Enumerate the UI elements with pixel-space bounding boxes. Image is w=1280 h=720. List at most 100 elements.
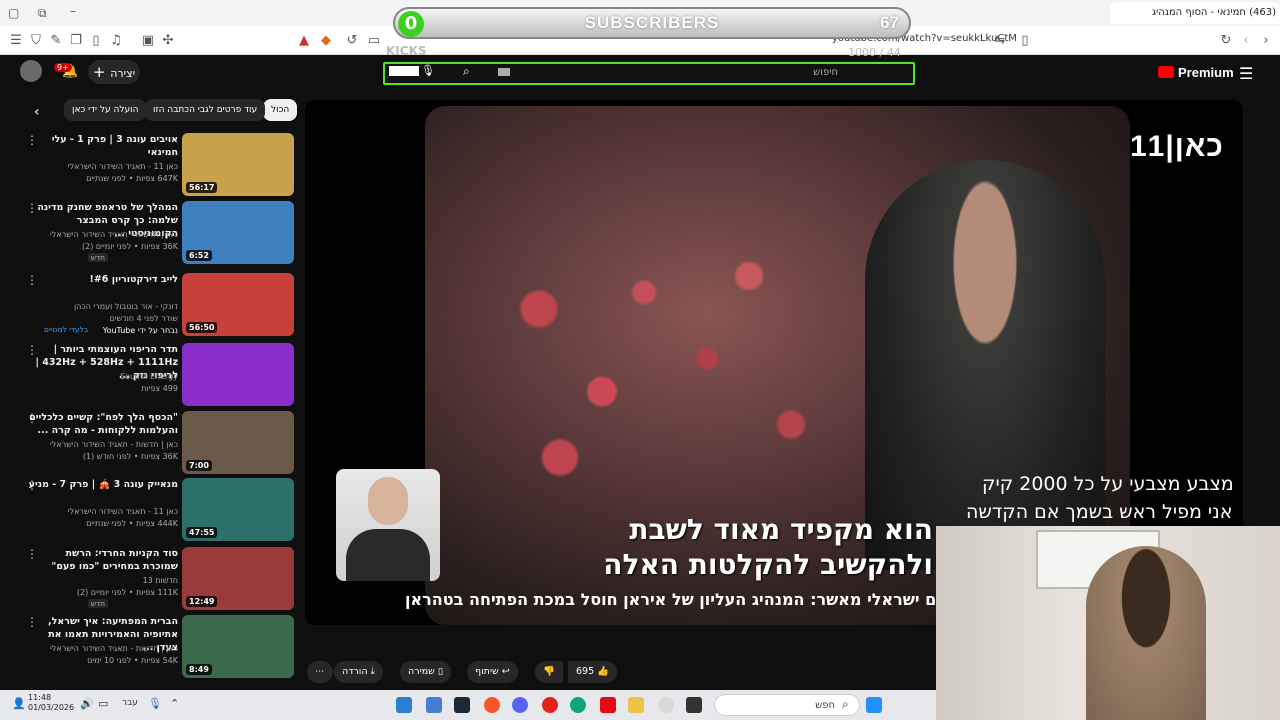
- back-icon[interactable]: ›: [1258, 33, 1274, 49]
- channel-name[interactable]: כאן 11 - תאגיד השידור הישראלי: [28, 506, 178, 518]
- recommendation-item[interactable]: ⋮ 12:49 סוד הקניות החרדי: הרשת שמוכרת במחי…: [24, 547, 298, 611]
- network-icon[interactable]: ▭: [98, 697, 108, 710]
- channel-name[interactable]: כאן 11 - תאגיד השידור הישראלי: [28, 161, 178, 173]
- video-title[interactable]: אויבים עונה 3 | פרק 1 - עלי חמינאי: [28, 133, 178, 159]
- taskbar-search[interactable]: חפש: [714, 694, 860, 716]
- share-button[interactable]: שיתוף ↩: [467, 661, 518, 683]
- language-indicator[interactable]: עבר: [122, 698, 138, 708]
- video-title[interactable]: סוד הקניות החרדי: הרשת שמוכרת במחירים "כ…: [28, 547, 178, 573]
- music-icon[interactable]: ♫: [108, 33, 124, 49]
- windows-start-icon[interactable]: [866, 697, 882, 713]
- video-meta: 36K צפיות • לפני חודש (1): [82, 452, 178, 461]
- chatgpt-icon[interactable]: [570, 697, 586, 713]
- more-actions-button[interactable]: ⋯: [307, 661, 333, 683]
- channel-name[interactable]: כאן | חדשות - תאגיד השידור הישראלי: [28, 229, 178, 241]
- premium-label[interactable]: Premium: [1178, 65, 1234, 80]
- brave-icon[interactable]: ◆: [318, 33, 334, 49]
- channel-name[interactable]: דונקי - אור בוטבול ועמרי הכהן: [28, 301, 178, 313]
- create-button[interactable]: + יצירה: [88, 60, 140, 84]
- recommendation-item[interactable]: ⋮ 56:50 לייב דירקטוריון #6! דונקי - אור בוט…: [24, 273, 298, 337]
- download-button[interactable]: הורדה ⤓: [334, 661, 383, 683]
- recommendation-item[interactable]: ⋮ 7:00 "הכסף הלך לפח": קשיים כלכליים והעלמ…: [24, 411, 298, 475]
- menu-icon[interactable]: ☰: [8, 33, 24, 49]
- thumbnail[interactable]: 56:17: [182, 133, 294, 196]
- terminal-icon[interactable]: [686, 697, 702, 713]
- thumbnail[interactable]: 12:49: [182, 547, 294, 610]
- mic-icon[interactable]: 🎙: [421, 64, 435, 77]
- obs-icon[interactable]: [658, 697, 674, 713]
- chevron-left-icon[interactable]: ‹: [34, 104, 40, 120]
- netflix-icon[interactable]: [600, 697, 616, 713]
- store-icon[interactable]: [396, 697, 412, 713]
- recommendation-item[interactable]: ⋮ 56:17 אויבים עונה 3 | פרק 1 - עלי חמינאי…: [24, 133, 298, 197]
- pin-icon[interactable]: ✎: [48, 33, 64, 49]
- discord-icon[interactable]: [512, 697, 528, 713]
- chip-all[interactable]: הכול: [263, 99, 298, 121]
- channel-name[interactable]: כאן | חדשות - תאגיד השידור הישראלי: [28, 643, 178, 655]
- create-label: יצירה: [110, 67, 136, 80]
- video-title[interactable]: "הכסף הלך לפח": קשיים כלכליים והעלמות לל…: [28, 411, 178, 437]
- thumbnail[interactable]: 8:49: [182, 615, 294, 678]
- clock[interactable]: 11:48 01/03/2026: [28, 693, 74, 713]
- channel-name[interactable]: Soulful Energy: [28, 371, 178, 383]
- bookmark-icon[interactable]: ▯: [1017, 33, 1033, 49]
- like-button[interactable]: 695 👍: [568, 661, 618, 683]
- folder-icon[interactable]: [628, 697, 644, 713]
- tabs-icon[interactable]: ❐: [68, 33, 84, 49]
- duration-badge: 12:49: [186, 596, 218, 607]
- notification-badge: 9+: [54, 63, 72, 72]
- stream-donation-line-1: מצבע מצבעי על כל 2000 קיק: [982, 473, 1234, 495]
- hamburger-icon[interactable]: ☰: [1239, 64, 1253, 83]
- forward-icon[interactable]: ‹: [1238, 33, 1254, 49]
- clock-time: 11:48: [28, 693, 52, 702]
- settings-icon[interactable]: ⇋: [992, 33, 1008, 49]
- restore-icon[interactable]: ⧉: [38, 6, 47, 21]
- extensions-icon[interactable]: ▣: [140, 33, 156, 49]
- video-title[interactable]: לייב דירקטוריון #6!: [28, 273, 178, 286]
- recommendation-item[interactable]: ⋮ 47:55 מנאייק עונה 3 🎪 | פרק 7 - מניע כאן …: [24, 478, 298, 542]
- app-icon[interactable]: [426, 697, 442, 713]
- avatar[interactable]: [20, 60, 42, 82]
- chip-uploaded-by[interactable]: הועלה על ידי כאן: [64, 99, 147, 121]
- close-window-icon[interactable]: –: [70, 4, 76, 18]
- recommendation-item[interactable]: ⋮ תדר הריפוי העוצמתי ביותר | 432Hz + 528H…: [24, 343, 298, 407]
- volume-icon[interactable]: 🔊: [80, 697, 94, 710]
- channel-logo: כאן|11: [1130, 130, 1224, 163]
- chip-more-details[interactable]: עוד פרטים לגבי הכתבה הזו: [145, 99, 266, 121]
- recommendation-item[interactable]: ⋮ 6:52 המהלך של טראמפ שחנק מדינה שלמה: כך …: [24, 201, 298, 265]
- warning-icon[interactable]: ▲: [296, 33, 312, 49]
- puzzle-icon[interactable]: ✣: [160, 33, 176, 49]
- minimize-icon[interactable]: ▢: [8, 6, 19, 20]
- duration-badge: 6:52: [186, 250, 212, 261]
- thumbnail[interactable]: 7:00: [182, 411, 294, 474]
- search-icon[interactable]: ⌕: [463, 64, 470, 79]
- chevron-up-icon[interactable]: ⌃: [170, 697, 179, 710]
- shield-icon[interactable]: ⛉: [28, 33, 44, 49]
- video-title[interactable]: מנאייק עונה 3 🎪 | פרק 7 - מניע: [28, 478, 178, 491]
- active-tab[interactable]: (463) חמינאי - הסוף המנהיג: [1110, 2, 1280, 24]
- search-input[interactable]: חיפוש: [813, 67, 838, 78]
- thumbnail[interactable]: [182, 343, 294, 406]
- save-button[interactable]: שמירה ▯: [400, 661, 452, 683]
- channel-name[interactable]: חדשות 13: [28, 575, 178, 587]
- keyboard-icon[interactable]: [498, 68, 510, 76]
- share-icon[interactable]: ↺: [344, 33, 360, 49]
- thumbnail[interactable]: 47:55: [182, 478, 294, 541]
- thumbnail[interactable]: 56:50: [182, 273, 294, 336]
- new-badge: חדש: [87, 253, 108, 262]
- thumbnail[interactable]: 6:52: [182, 201, 294, 264]
- youtube-logo-icon[interactable]: [1158, 66, 1174, 78]
- cast-icon[interactable]: ▭: [366, 33, 382, 49]
- steam-icon[interactable]: [454, 697, 470, 713]
- sidebar-icon[interactable]: ▯: [88, 33, 104, 49]
- dislike-button[interactable]: 👎: [535, 661, 563, 683]
- channel-name[interactable]: כאן | חדשות - תאגיד השידור הישראלי: [28, 439, 178, 451]
- youtube-taskbar-icon[interactable]: [542, 697, 558, 713]
- brave-taskbar-icon[interactable]: [484, 697, 500, 713]
- reload-icon[interactable]: ↻: [1218, 33, 1234, 49]
- subscriber-goal-overlay: 0 SUBSCRIBERS 67: [393, 7, 911, 39]
- mic-tray-icon[interactable]: 🎙: [148, 697, 162, 710]
- search-box[interactable]: 🎙 ⌕ חיפוש: [383, 62, 915, 85]
- recommendation-item[interactable]: ⋮ 8:49 הברית המפתיעה: איך ישראל, אתיופיה ו…: [24, 615, 298, 679]
- person-icon[interactable]: 👤: [12, 697, 26, 710]
